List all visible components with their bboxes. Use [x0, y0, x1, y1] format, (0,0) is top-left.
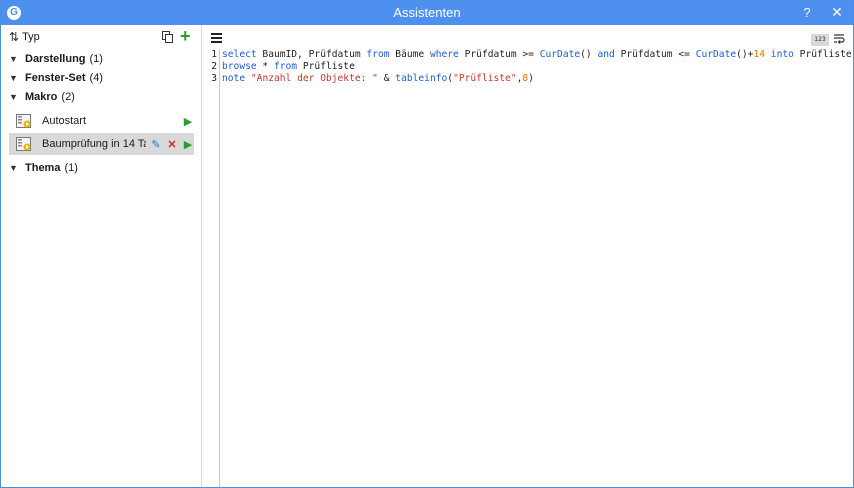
- group-fenster-set[interactable]: ▼ Fenster-Set (4): [9, 69, 103, 87]
- group-makro[interactable]: ▼ Makro (2): [9, 88, 75, 106]
- code-token: ): [528, 73, 534, 84]
- code-token: Prüfliste: [793, 49, 852, 60]
- list-item-baumpruefung[interactable]: Baumprüfung in 14 Tagen ✎ ✕ ▶: [9, 133, 194, 155]
- window-title: Assistenten: [393, 5, 461, 20]
- code-token: &: [377, 73, 396, 84]
- code-token: CurDate: [695, 49, 737, 60]
- item-label: Baumprüfung in 14 Tagen: [42, 138, 146, 150]
- group-name: Darstellung: [25, 53, 86, 65]
- chevron-down-icon: ▼: [9, 73, 18, 83]
- code-token: Prüfdatum <=: [614, 49, 696, 60]
- group-count: (1): [64, 162, 78, 174]
- code-token: Bäume: [389, 49, 430, 60]
- chevron-down-icon: ▼: [9, 163, 18, 173]
- code-token: *: [256, 61, 274, 72]
- chevron-down-icon: ▼: [9, 92, 18, 102]
- group-name: Fenster-Set: [25, 72, 86, 84]
- code-token: CurDate: [539, 49, 581, 60]
- code-content[interactable]: select BaumID, Prüfdatum from Bäume wher…: [222, 49, 852, 85]
- run-icon[interactable]: ▶: [182, 115, 194, 128]
- chevron-down-icon: ▼: [9, 54, 18, 64]
- add-button[interactable]: +: [180, 27, 194, 45]
- line-number: 3: [211, 73, 217, 84]
- title-bar: G Assistenten ? ✕: [1, 1, 853, 25]
- macro-icon: [16, 137, 31, 151]
- help-button[interactable]: ?: [801, 5, 813, 20]
- code-token: into: [770, 49, 794, 60]
- line-number: 2: [211, 61, 217, 72]
- group-count: (4): [89, 72, 103, 84]
- close-button[interactable]: ✕: [830, 4, 844, 21]
- code-token: "Prüfliste": [453, 73, 517, 84]
- line-number-gutter: 1 2 3: [208, 49, 220, 487]
- code-token: select: [222, 49, 257, 60]
- code-token: Prüfliste: [297, 61, 355, 72]
- run-icon[interactable]: ▶: [182, 138, 194, 151]
- code-token: "Anzahl der Objekte: ": [250, 73, 378, 84]
- group-thema[interactable]: ▼ Thema (1): [9, 159, 78, 177]
- code-token: from: [273, 61, 298, 72]
- assistenten-window: G Assistenten ? ✕ ⇅ Typ + ▼ Darstellung …: [0, 0, 854, 488]
- code-line[interactable]: select BaumID, Prüfdatum from Bäume wher…: [222, 49, 852, 61]
- word-wrap-icon[interactable]: [834, 33, 846, 45]
- code-token: tableinfo: [395, 73, 448, 84]
- group-name: Makro: [25, 91, 58, 103]
- code-line[interactable]: note "Anzahl der Objekte: " & tableinfo(…: [222, 73, 852, 85]
- code-token: ()+: [736, 49, 754, 60]
- code-token: where: [429, 49, 459, 60]
- code-token: and: [597, 49, 615, 60]
- code-token: BaumID, Prüfdatum: [256, 49, 367, 60]
- line-numbers-toggle[interactable]: 123: [811, 34, 829, 46]
- copy-icon[interactable]: [162, 31, 174, 43]
- sort-by-type-button[interactable]: ⇅ Typ: [9, 29, 40, 45]
- macro-icon: [16, 114, 31, 128]
- editor-toolbar: 123: [203, 25, 853, 49]
- code-token: browse: [222, 61, 257, 72]
- assistant-list-panel: ⇅ Typ + ▼ Darstellung (1) ▼ Fenster-Set …: [1, 25, 202, 487]
- code-editor[interactable]: 1 2 3 select BaumID, Prüfdatum from Bäum…: [208, 49, 853, 487]
- code-line[interactable]: browse * from Prüfliste: [222, 61, 852, 73]
- line-number: 1: [211, 49, 217, 60]
- list-item-autostart[interactable]: Autostart ▶: [9, 110, 194, 132]
- code-token: (): [580, 49, 598, 60]
- code-token: 14: [753, 49, 766, 60]
- left-toolbar: ⇅ Typ +: [1, 25, 201, 49]
- menu-icon[interactable]: [211, 33, 222, 43]
- code-editor-panel: 123 1 2 3 select BaumID, Prüfdatum from …: [203, 25, 853, 487]
- item-label: Autostart: [42, 115, 87, 127]
- sort-icon: ⇅: [9, 30, 20, 44]
- group-count: (1): [89, 53, 103, 65]
- delete-icon[interactable]: ✕: [166, 138, 178, 151]
- group-name: Thema: [25, 162, 61, 174]
- group-darstellung[interactable]: ▼ Darstellung (1): [9, 50, 103, 68]
- sort-label: Typ: [22, 31, 40, 43]
- edit-icon[interactable]: ✎: [150, 138, 162, 151]
- code-token: from: [366, 49, 390, 60]
- group-count: (2): [61, 91, 75, 103]
- code-token: note: [222, 73, 246, 84]
- code-token: Prüfdatum >=: [458, 49, 540, 60]
